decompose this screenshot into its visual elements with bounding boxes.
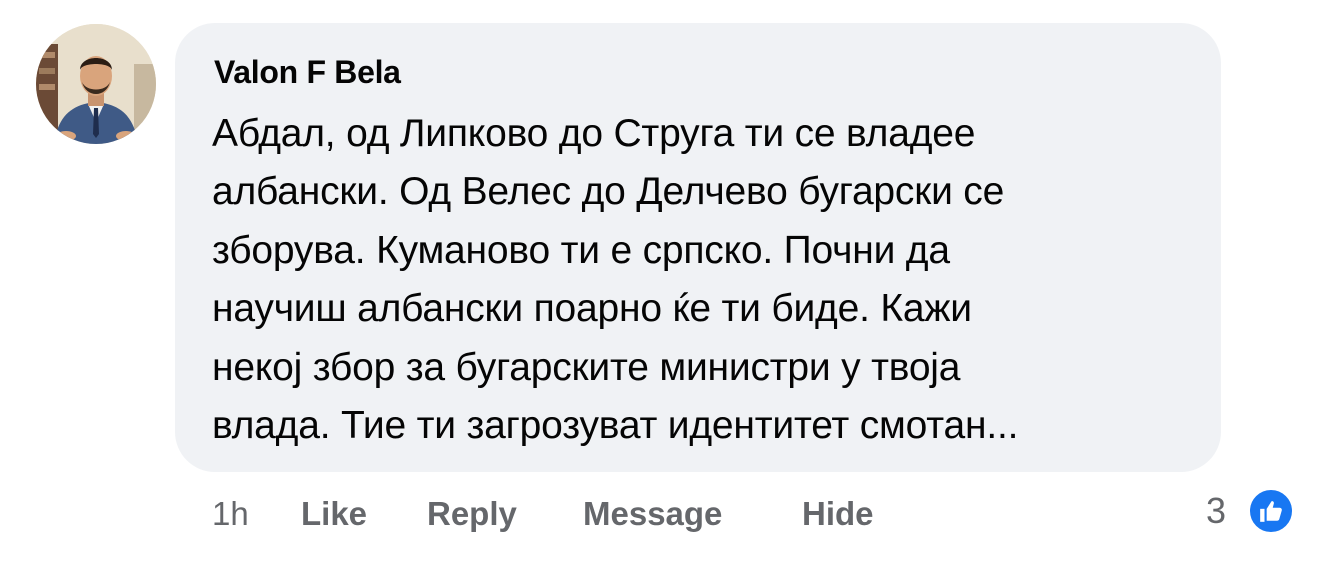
like-button[interactable]: Like (301, 489, 367, 539)
message-button[interactable]: Message (583, 489, 722, 539)
comment-text-line: албански. Од Велес до Делчево бугарски с… (212, 170, 1005, 214)
comment-text-line: зборува. Куманово ти е српско. Почни да (212, 228, 950, 272)
comment: Valon F Bela Абдал, од Липково до Струга… (0, 0, 1320, 571)
comment-bubble: Valon F Bela Абдал, од Липково до Струга… (175, 23, 1221, 472)
comment-text-line: Абдал, од Липково до Струга ти се владее (212, 112, 976, 155)
comment-text-line: влада. Тие ти загрозуват идентитет смота… (212, 404, 1019, 448)
comment-text-line: научиш албански поарно ќе ти биде. Кажи (212, 287, 972, 331)
comment-author[interactable]: Valon F Bela (214, 54, 401, 91)
avatar-photo (36, 24, 156, 144)
reaction-count: 3 (1206, 490, 1227, 531)
comment-text-line: некој збор за бугарските министри у твој… (212, 345, 961, 389)
reply-button[interactable]: Reply (427, 489, 517, 539)
comment-text: Абдал, од Липково до Струга ти се владее… (212, 105, 1192, 455)
avatar[interactable] (36, 24, 156, 144)
hide-button[interactable]: Hide (802, 489, 874, 539)
reactions-summary[interactable]: 3 (1206, 486, 1306, 536)
like-thumb-icon (1247, 487, 1295, 535)
comment-timestamp[interactable]: 1h (212, 489, 249, 539)
